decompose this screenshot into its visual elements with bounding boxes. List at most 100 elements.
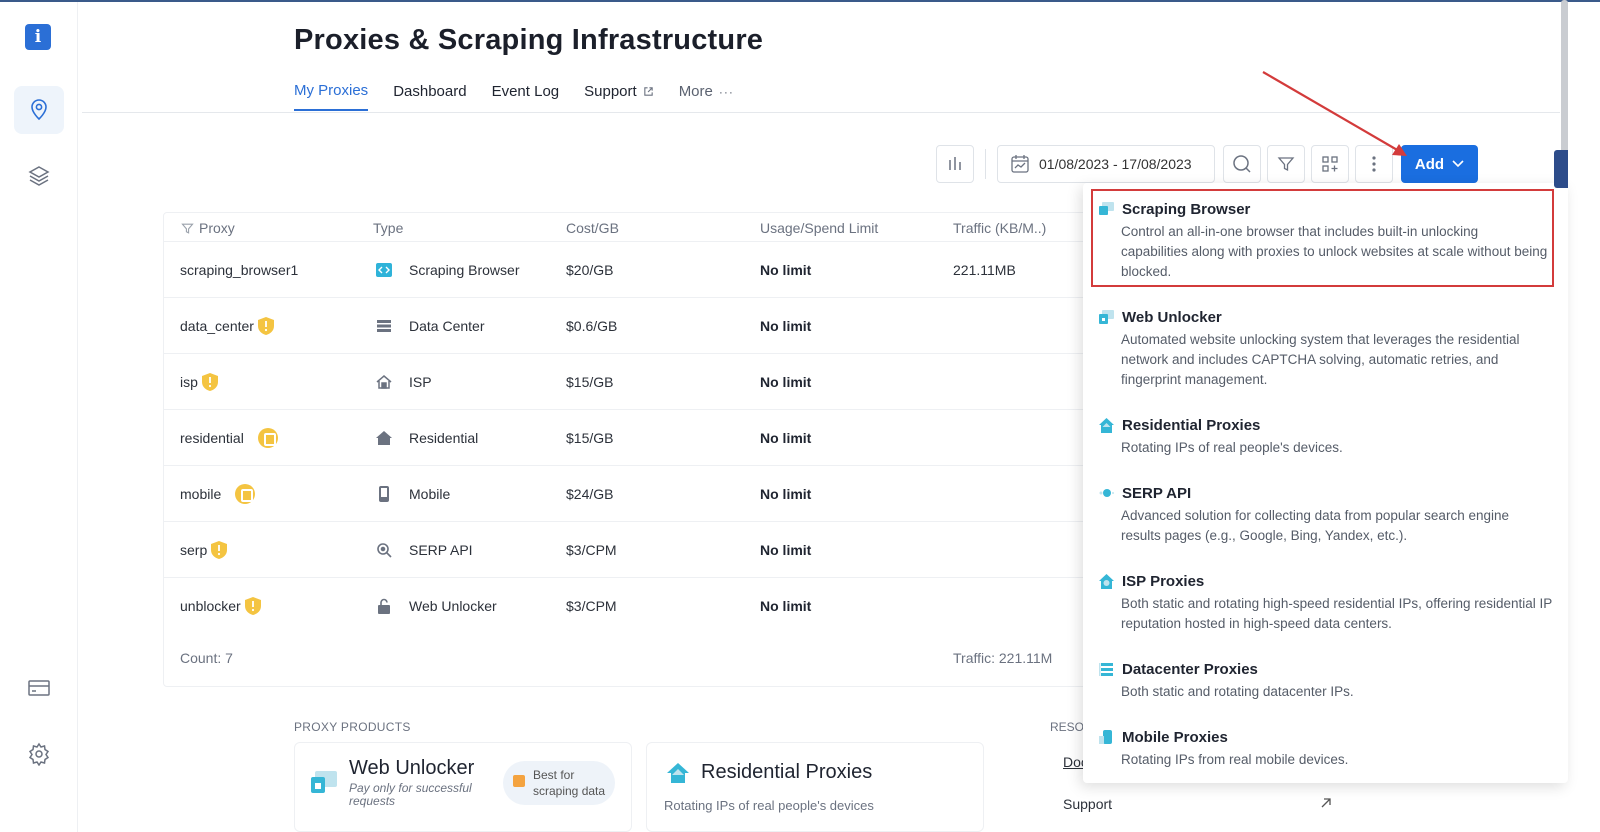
table-row[interactable]: scraping_browser1 Scraping Browser $20/GB N… [164, 241, 1124, 297]
proxy-name: isp [180, 374, 198, 390]
item-title-row: SERP API [1099, 485, 1554, 502]
header-proxy[interactable]: Proxy [181, 220, 235, 236]
datacenter-icon [1099, 663, 1113, 676]
cell-cost: $3/CPM [566, 542, 617, 558]
cell-limit: No limit [760, 318, 812, 334]
web-unlocker-icon [311, 771, 337, 793]
product-card-web-unlocker[interactable]: Web Unlocker Pay only for successful req… [294, 742, 632, 832]
item-title: SERP API [1122, 485, 1192, 502]
cell-cost: $20/GB [566, 262, 614, 278]
chart-toggle-button[interactable] [936, 145, 974, 183]
item-description: Both static and rotating datacenter IPs. [1121, 684, 1354, 699]
mobile-proxies-icon [1099, 730, 1112, 744]
header-type[interactable]: Type [373, 220, 403, 236]
badge-line: scraping data [533, 784, 606, 798]
cell-proxy[interactable]: serp [180, 522, 228, 578]
cell-proxy[interactable]: isp [180, 354, 218, 410]
code-icon [376, 262, 392, 278]
proxy-name: residential [180, 430, 244, 446]
dropdown-item-serp-api[interactable]: SERP API Advanced solution for collecting… [1099, 485, 1554, 546]
cell-cost: $15/GB [566, 430, 614, 446]
cell-cost: $15/GB [566, 374, 614, 390]
cell-proxy[interactable]: data_center [180, 298, 274, 354]
table-row[interactable]: data_center Data Center $0.6/GB No limit [164, 297, 1124, 353]
gear-icon [28, 742, 50, 766]
sidebar-item-billing[interactable] [14, 664, 64, 712]
sidebar-item-proxies[interactable] [14, 86, 64, 134]
cell-type: Mobile [376, 466, 450, 522]
item-description-block: Automated website unlocking system that … [1121, 330, 1554, 390]
header-traffic[interactable]: Traffic (KB/M..) [953, 220, 1046, 236]
cell-proxy[interactable]: residential [180, 410, 278, 466]
cell-proxy[interactable]: scraping_browser1 [180, 242, 298, 298]
location-pin-icon [31, 99, 47, 121]
cell-limit: No limit [760, 598, 812, 614]
table-row[interactable]: serp SERP API $3/CPM No limit [164, 521, 1124, 577]
item-title-row: ISP Proxies [1099, 573, 1554, 590]
cell-proxy[interactable]: mobile [180, 466, 256, 522]
cell-limit: No limit [760, 486, 812, 502]
item-title-row: Web Unlocker [1099, 309, 1554, 326]
table-row[interactable]: unblocker Web Unlocker $3/CPM No limit [164, 577, 1124, 633]
table-row[interactable]: isp ISP $15/GB No limit [164, 353, 1124, 409]
item-title-row: Residential Proxies [1099, 417, 1554, 434]
header-limit[interactable]: Usage/Spend Limit [760, 220, 878, 236]
toolbar-divider [985, 149, 986, 179]
proxy-name: serp [180, 542, 208, 558]
sidebar-item-settings[interactable] [14, 730, 64, 778]
dropdown-item-mobile-proxies[interactable]: Mobile Proxies Rotating IPs from real mob… [1099, 729, 1554, 770]
shield-icon [244, 597, 261, 615]
badge-line: Best for [533, 768, 575, 782]
section-label-products: PROXY PRODUCTS [294, 720, 411, 734]
item-description: Advanced solution for collecting data fr… [1121, 508, 1509, 523]
item-title-row: Datacenter Proxies [1099, 661, 1554, 678]
header-cost[interactable]: Cost/GB [566, 220, 619, 236]
tab-bar: My Proxies Dashboard Event Log Support M… [294, 82, 734, 111]
calendar-icon [1011, 155, 1029, 173]
date-range-picker[interactable]: 01/08/2023 - 17/08/2023 [997, 145, 1215, 183]
header-label: Proxy [199, 220, 235, 236]
traffic-total: Traffic: 221.11M [953, 650, 1053, 666]
type-label: Residential [409, 430, 479, 446]
resource-link-support[interactable]: Support [1063, 796, 1112, 812]
cell-cost: $3/CPM [566, 598, 617, 614]
tab-event-log[interactable]: Event Log [492, 82, 560, 111]
item-description-block: Both static and rotating datacenter IPs. [1121, 682, 1554, 702]
info-icon[interactable]: i [25, 24, 51, 50]
filter-icon [181, 223, 194, 234]
scrollbar[interactable] [1561, 0, 1568, 160]
dropdown-item-residential-proxies[interactable]: Residential Proxies Rotating IPs of real … [1099, 417, 1554, 458]
residential-icon [667, 763, 689, 783]
lock-icon [376, 598, 392, 614]
dropdown-item-web-unlocker[interactable]: Web Unlocker Automated website unlocking … [1099, 309, 1554, 390]
annotation-arrow-icon [1262, 71, 1407, 156]
type-label: Web Unlocker [409, 598, 497, 614]
home-icon [376, 430, 392, 446]
tab-more[interactable]: More ··· [679, 82, 734, 111]
add-button-label: Add [1414, 155, 1445, 173]
cell-cost: $24/GB [566, 486, 614, 502]
best-for-badge: Best for scraping data [503, 761, 615, 805]
cell-proxy[interactable]: unblocker [180, 578, 261, 634]
thumbs-up-icon [513, 775, 525, 787]
date-range-text: 01/08/2023 - 17/08/2023 [1039, 156, 1192, 172]
item-title: ISP Proxies [1122, 573, 1205, 590]
dropdown-item-datacenter-proxies[interactable]: Datacenter Proxies Both static and rotati… [1099, 661, 1554, 702]
table-row[interactable]: mobile Mobile $24/GB No limit [164, 465, 1124, 521]
shield-icon [257, 317, 274, 335]
item-description-block: Rotating IPs from real mobile devices. [1121, 750, 1554, 770]
dropdown-item-isp-proxies[interactable]: ISP Proxies Both static and rotating high… [1099, 573, 1554, 634]
card-title: Residential Proxies [701, 761, 873, 783]
row-count: Count: 7 [180, 650, 233, 666]
web-unlocker-icon [1099, 310, 1114, 324]
table-row[interactable]: residential Residential $15/GB No limit [164, 409, 1124, 465]
tab-label: Dashboard [393, 83, 467, 100]
tab-dashboard[interactable]: Dashboard [393, 82, 466, 111]
tab-my-proxies[interactable]: My Proxies [294, 82, 369, 111]
side-edge-tab[interactable] [1554, 150, 1568, 188]
tab-label: More [678, 83, 713, 100]
product-card-residential[interactable]: Residential Proxies Rotating IPs of real… [646, 742, 984, 832]
item-description: results pages (e.g., Google, Bing, Yande… [1121, 528, 1408, 543]
tab-support[interactable]: Support [584, 82, 654, 111]
sidebar-item-layers[interactable] [14, 152, 64, 200]
